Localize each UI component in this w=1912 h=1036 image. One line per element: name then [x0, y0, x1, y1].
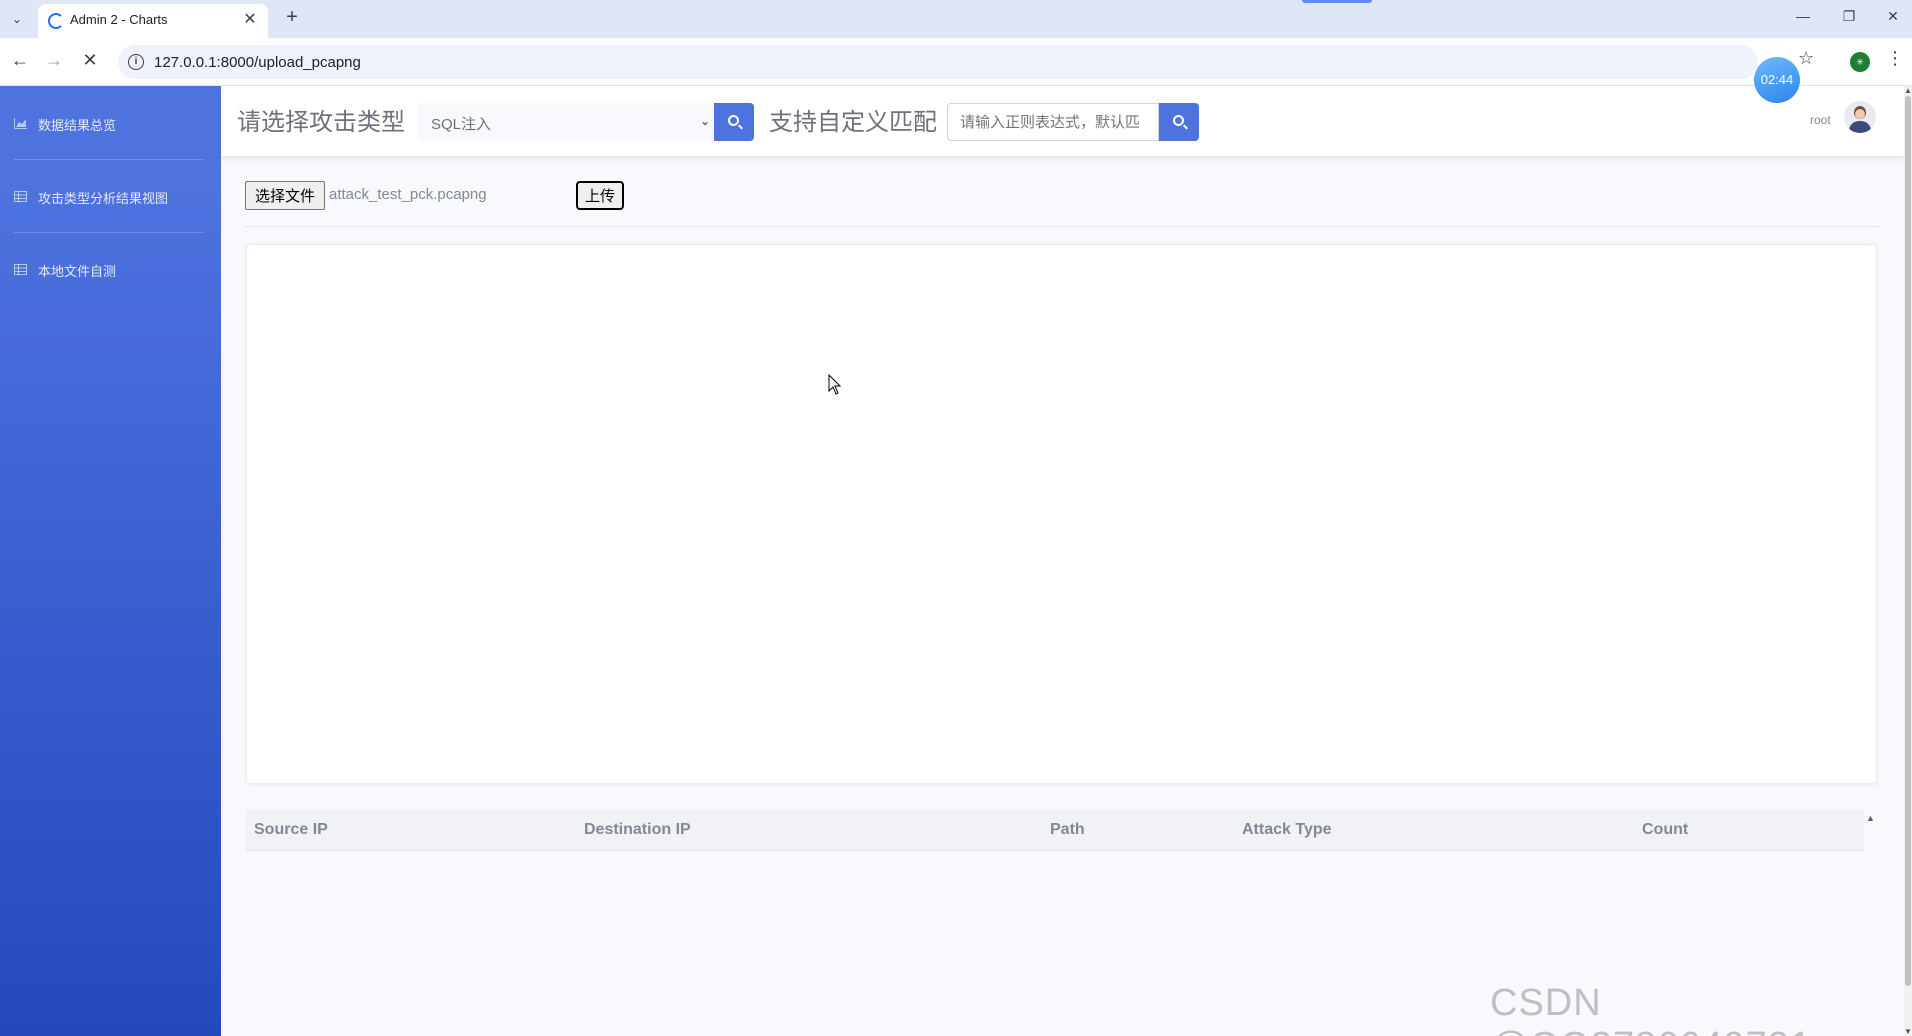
choose-file-button[interactable]: 选择文件	[245, 181, 325, 210]
bookmark-star-icon[interactable]: ☆	[1798, 48, 1814, 69]
search-icon	[728, 115, 739, 126]
site-info-icon[interactable]: i	[128, 54, 144, 70]
upload-button[interactable]: 上传	[576, 181, 624, 210]
browser-tab[interactable]: Admin 2 - Charts ✕	[38, 4, 268, 38]
browser-toolbar: ← → ✕ i 127.0.0.1:8000/upload_pcapng ☆ ✳…	[0, 38, 1912, 86]
column-header-attack-type[interactable]: Attack Type	[1234, 810, 1634, 851]
stop-loading-button[interactable]: ✕	[78, 50, 102, 71]
sidebar-item-attack-analysis[interactable]: 攻击类型分析结果视图	[0, 159, 221, 232]
extension-icon[interactable]: ✳	[1850, 52, 1870, 72]
avatar[interactable]	[1844, 101, 1876, 133]
table-icon	[14, 264, 28, 276]
regex-input[interactable]	[947, 103, 1159, 141]
topbar: 请选择攻击类型 SQL注入 ⌄ 支持自定义匹配 root	[221, 86, 1904, 156]
attack-type-label: 请选择攻击类型	[237, 109, 405, 136]
tab-title: Admin 2 - Charts	[70, 12, 168, 27]
tab-close-icon[interactable]: ✕	[240, 9, 260, 29]
scroll-up-icon[interactable]: ▲	[1904, 86, 1912, 95]
results-table: Source IP Destination IP Path Attack Typ…	[246, 810, 1864, 851]
table-scroll-up-icon[interactable]: ▲	[1866, 813, 1875, 823]
area-chart-icon	[14, 118, 28, 130]
back-button[interactable]: ←	[8, 50, 32, 71]
chevron-down-icon: ⌄	[699, 114, 710, 128]
tab-list-button[interactable]: ⌄	[4, 6, 30, 32]
browser-menu-icon[interactable]: ⋮	[1886, 48, 1904, 69]
sidebar: 数据结果总览 攻击类型分析结果视图 本地文件自测	[0, 86, 221, 1036]
regex-match-label: 支持自定义匹配	[769, 109, 937, 136]
table-header-row: Source IP Destination IP Path Attack Typ…	[246, 810, 1864, 851]
watermark: CSDN @QQ3786649731	[1490, 982, 1811, 1036]
new-tab-button[interactable]: +	[280, 6, 304, 29]
attack-type-selected: SQL注入	[431, 116, 492, 133]
table-icon	[14, 191, 28, 203]
window-close-button[interactable]: ✕	[1878, 8, 1908, 25]
url-text[interactable]: 127.0.0.1:8000/upload_pcapng	[154, 54, 361, 71]
attack-type-select[interactable]: SQL注入 ⌄	[417, 103, 714, 141]
minimize-button[interactable]: —	[1788, 8, 1818, 24]
sidebar-item-label: 攻击类型分析结果视图	[38, 191, 169, 206]
attack-search-button[interactable]	[714, 103, 754, 141]
column-header-count[interactable]: Count	[1634, 810, 1864, 851]
column-header-source-ip[interactable]: Source IP	[246, 810, 576, 851]
address-bar[interactable]: i 127.0.0.1:8000/upload_pcapng	[118, 45, 1758, 79]
column-header-destination-ip[interactable]: Destination IP	[576, 810, 1042, 851]
sidebar-item-local-file-test[interactable]: 本地文件自测	[0, 232, 221, 305]
mouse-cursor-icon	[828, 374, 842, 395]
regex-search-button[interactable]	[1159, 103, 1199, 141]
page-scrollbar[interactable]: ▲ ▼	[1904, 86, 1912, 1036]
user-name[interactable]: root	[1810, 113, 1831, 127]
column-header-path[interactable]: Path	[1042, 810, 1234, 851]
forward-button[interactable]: →	[42, 50, 66, 71]
sidebar-item-label: 本地文件自测	[38, 264, 117, 279]
search-icon	[1173, 115, 1184, 126]
scrollbar-thumb[interactable]	[1905, 96, 1911, 986]
selected-file-name: attack_test_pck.pcapng	[329, 186, 487, 203]
restore-button[interactable]: ❐	[1834, 8, 1864, 25]
sidebar-item-label: 数据结果总览	[38, 118, 117, 133]
sidebar-item-overview[interactable]: 数据结果总览	[0, 86, 221, 159]
divider	[245, 226, 1879, 227]
avatar-body	[1849, 121, 1871, 133]
avatar-face	[1855, 109, 1865, 119]
loading-spinner-icon	[48, 13, 64, 29]
browser-tab-bar: ⌄ Admin 2 - Charts ✕ + — ❐ ✕	[0, 0, 1912, 38]
chart-container	[246, 244, 1877, 784]
timer-bubble[interactable]: 02:44	[1754, 57, 1800, 103]
top-indicator	[1302, 0, 1372, 3]
